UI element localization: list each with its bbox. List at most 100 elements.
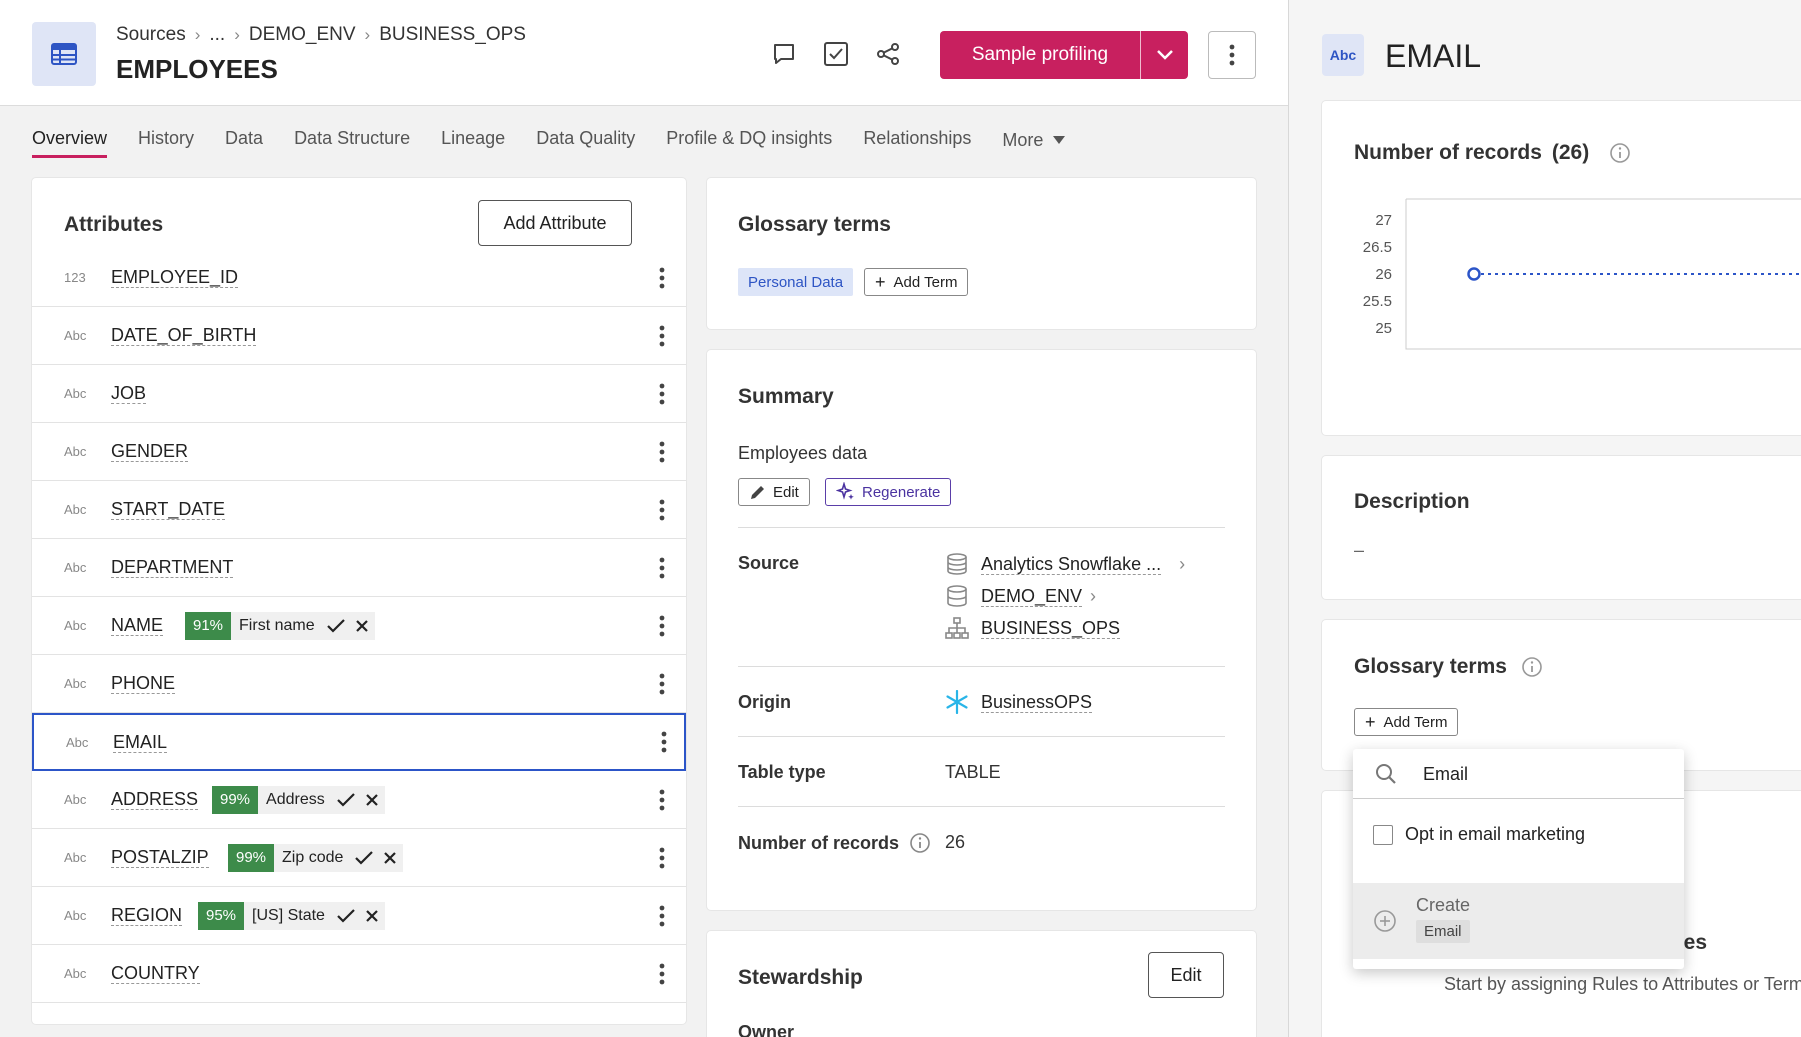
tab-overview[interactable]: Overview — [32, 128, 108, 158]
option-checkbox[interactable] — [1373, 824, 1393, 845]
accept-check-icon[interactable] — [323, 618, 349, 634]
summary-card: Summary Employees data Edit Regenerate S… — [707, 350, 1256, 910]
attribute-name[interactable]: DATE_OF_BIRTH — [111, 325, 257, 346]
source-schema-link[interactable]: BUSINESS_OPS — [981, 618, 1121, 639]
kebab-icon — [1229, 44, 1235, 66]
attribute-name[interactable]: START_DATE — [111, 499, 226, 520]
kebab-icon[interactable] — [652, 379, 672, 409]
attribute-row[interactable]: Abc PHONE — [32, 655, 686, 713]
table-type-label: Table type — [738, 762, 826, 782]
attribute-row[interactable]: Abc POSTALZIP 99% Zip code — [32, 829, 686, 887]
panel-add-term-button[interactable]: + Add Term — [1354, 708, 1459, 736]
source-item-connection[interactable]: Analytics Snowflake ... › — [945, 552, 1185, 576]
attribute-row[interactable]: Abc EMAIL — [32, 713, 686, 771]
kebab-icon[interactable] — [652, 553, 672, 583]
kebab-icon[interactable] — [652, 843, 672, 873]
kebab-icon[interactable] — [652, 901, 672, 931]
kebab-icon[interactable] — [652, 321, 672, 351]
info-icon[interactable] — [1609, 142, 1631, 164]
attribute-row[interactable]: 123 EMPLOYEE_ID — [32, 249, 686, 307]
origin-link[interactable]: BusinessOPS — [981, 692, 1093, 713]
attribute-name[interactable]: POSTALZIP — [111, 847, 209, 868]
kebab-icon[interactable] — [652, 495, 672, 525]
pencil-icon — [751, 486, 764, 499]
reject-x-icon[interactable] — [359, 909, 385, 923]
more-actions-button[interactable] — [1208, 31, 1256, 79]
add-term-button[interactable]: + Add Term — [864, 268, 969, 296]
comment-icon[interactable] — [770, 40, 798, 68]
attribute-type: Abc — [64, 966, 87, 981]
attribute-row[interactable]: Abc COUNTRY — [32, 945, 686, 1003]
term-search-dropdown: Opt in email marketing Create Email — [1353, 749, 1684, 969]
tab-data[interactable]: Data — [225, 128, 263, 158]
task-check-icon[interactable] — [822, 40, 850, 68]
accept-check-icon[interactable] — [333, 908, 359, 924]
source-item-env[interactable]: DEMO_ENV › — [945, 584, 1096, 608]
breadcrumb-sources[interactable]: Sources — [116, 24, 186, 46]
kebab-icon[interactable] — [652, 669, 672, 699]
attribute-name[interactable]: EMAIL — [113, 732, 168, 753]
origin-item[interactable]: BusinessOPS — [945, 690, 1093, 714]
tab-data-structure[interactable]: Data Structure — [294, 128, 410, 158]
info-icon[interactable] — [909, 832, 931, 854]
panel-glossary-card: Glossary terms + Add Term — [1322, 620, 1801, 770]
kebab-icon[interactable] — [654, 727, 674, 757]
info-icon[interactable] — [1521, 656, 1543, 678]
tab-profile-dq-insights[interactable]: Profile & DQ insights — [666, 128, 832, 158]
attribute-name[interactable]: COUNTRY — [111, 963, 200, 984]
term-tag-personal-data[interactable]: Personal Data — [738, 268, 854, 296]
attribute-name[interactable]: EMPLOYEE_ID — [111, 267, 239, 288]
regenerate-button[interactable]: Regenerate — [825, 478, 952, 506]
tab-data-quality[interactable]: Data Quality — [536, 128, 635, 158]
attribute-row[interactable]: Abc START_DATE — [32, 481, 686, 539]
reject-x-icon[interactable] — [377, 851, 403, 865]
tab-history[interactable]: History — [138, 128, 194, 158]
tab-more[interactable]: More — [1002, 128, 1066, 158]
attribute-row[interactable]: Abc GENDER — [32, 423, 686, 481]
stewardship-edit-button[interactable]: Edit — [1148, 952, 1224, 998]
attribute-name[interactable]: REGION — [111, 905, 183, 926]
caret-down-icon — [1053, 136, 1066, 144]
accept-check-icon[interactable] — [333, 792, 359, 808]
reject-x-icon[interactable] — [359, 793, 385, 807]
kebab-icon[interactable] — [652, 437, 672, 467]
chevron-down-icon[interactable] — [1140, 31, 1188, 79]
term-suggestion: 99% Zip code — [228, 843, 404, 872]
source-connection-link[interactable]: Analytics Snowflake ... — [981, 554, 1162, 575]
attribute-row[interactable]: Abc ADDRESS 99% Address — [32, 771, 686, 829]
breadcrumb-business-ops[interactable]: BUSINESS_OPS — [379, 24, 526, 46]
share-icon[interactable] — [874, 40, 902, 68]
kebab-icon[interactable] — [652, 785, 672, 815]
source-item-schema[interactable]: BUSINESS_OPS — [945, 616, 1121, 640]
data-point[interactable] — [1467, 267, 1481, 281]
attribute-name[interactable]: JOB — [111, 383, 147, 404]
attribute-name[interactable]: PHONE — [111, 673, 176, 694]
kebab-icon[interactable] — [652, 611, 672, 641]
sample-profiling-button[interactable]: Sample profiling — [940, 31, 1188, 79]
add-attribute-button[interactable]: Add Attribute — [478, 200, 632, 246]
attribute-row[interactable]: Abc DEPARTMENT — [32, 539, 686, 597]
attribute-name[interactable]: GENDER — [111, 441, 189, 462]
breadcrumb-demo-env[interactable]: DEMO_ENV — [249, 24, 356, 46]
attribute-row[interactable]: Abc REGION 95% [US] State — [32, 887, 686, 945]
reject-x-icon[interactable] — [349, 619, 375, 633]
tab-lineage[interactable]: Lineage — [441, 128, 505, 158]
attribute-name[interactable]: NAME — [111, 615, 164, 636]
accept-check-icon[interactable] — [351, 850, 377, 866]
edit-description-button[interactable]: Edit — [738, 478, 810, 506]
option-opt-in-email-marketing[interactable]: Opt in email marketing — [1373, 824, 1585, 845]
source-env-link[interactable]: DEMO_ENV — [981, 586, 1083, 607]
create-term-option[interactable]: Create Email — [1353, 883, 1684, 959]
attribute-name[interactable]: ADDRESS — [111, 789, 199, 810]
attribute-row[interactable]: Abc NAME 91% First name — [32, 597, 686, 655]
kebab-icon[interactable] — [652, 959, 672, 989]
attribute-row[interactable]: Abc JOB — [32, 365, 686, 423]
attribute-row[interactable]: Abc DATE_OF_BIRTH — [32, 307, 686, 365]
sample-profiling-label[interactable]: Sample profiling — [940, 31, 1140, 79]
attribute-name[interactable]: DEPARTMENT — [111, 557, 234, 578]
plus-circle-icon — [1374, 910, 1396, 932]
tab-relationships[interactable]: Relationships — [863, 128, 971, 158]
term-search-input[interactable] — [1423, 759, 1663, 789]
breadcrumb-ellipsis[interactable]: ... — [209, 24, 225, 46]
kebab-icon[interactable] — [652, 263, 672, 293]
